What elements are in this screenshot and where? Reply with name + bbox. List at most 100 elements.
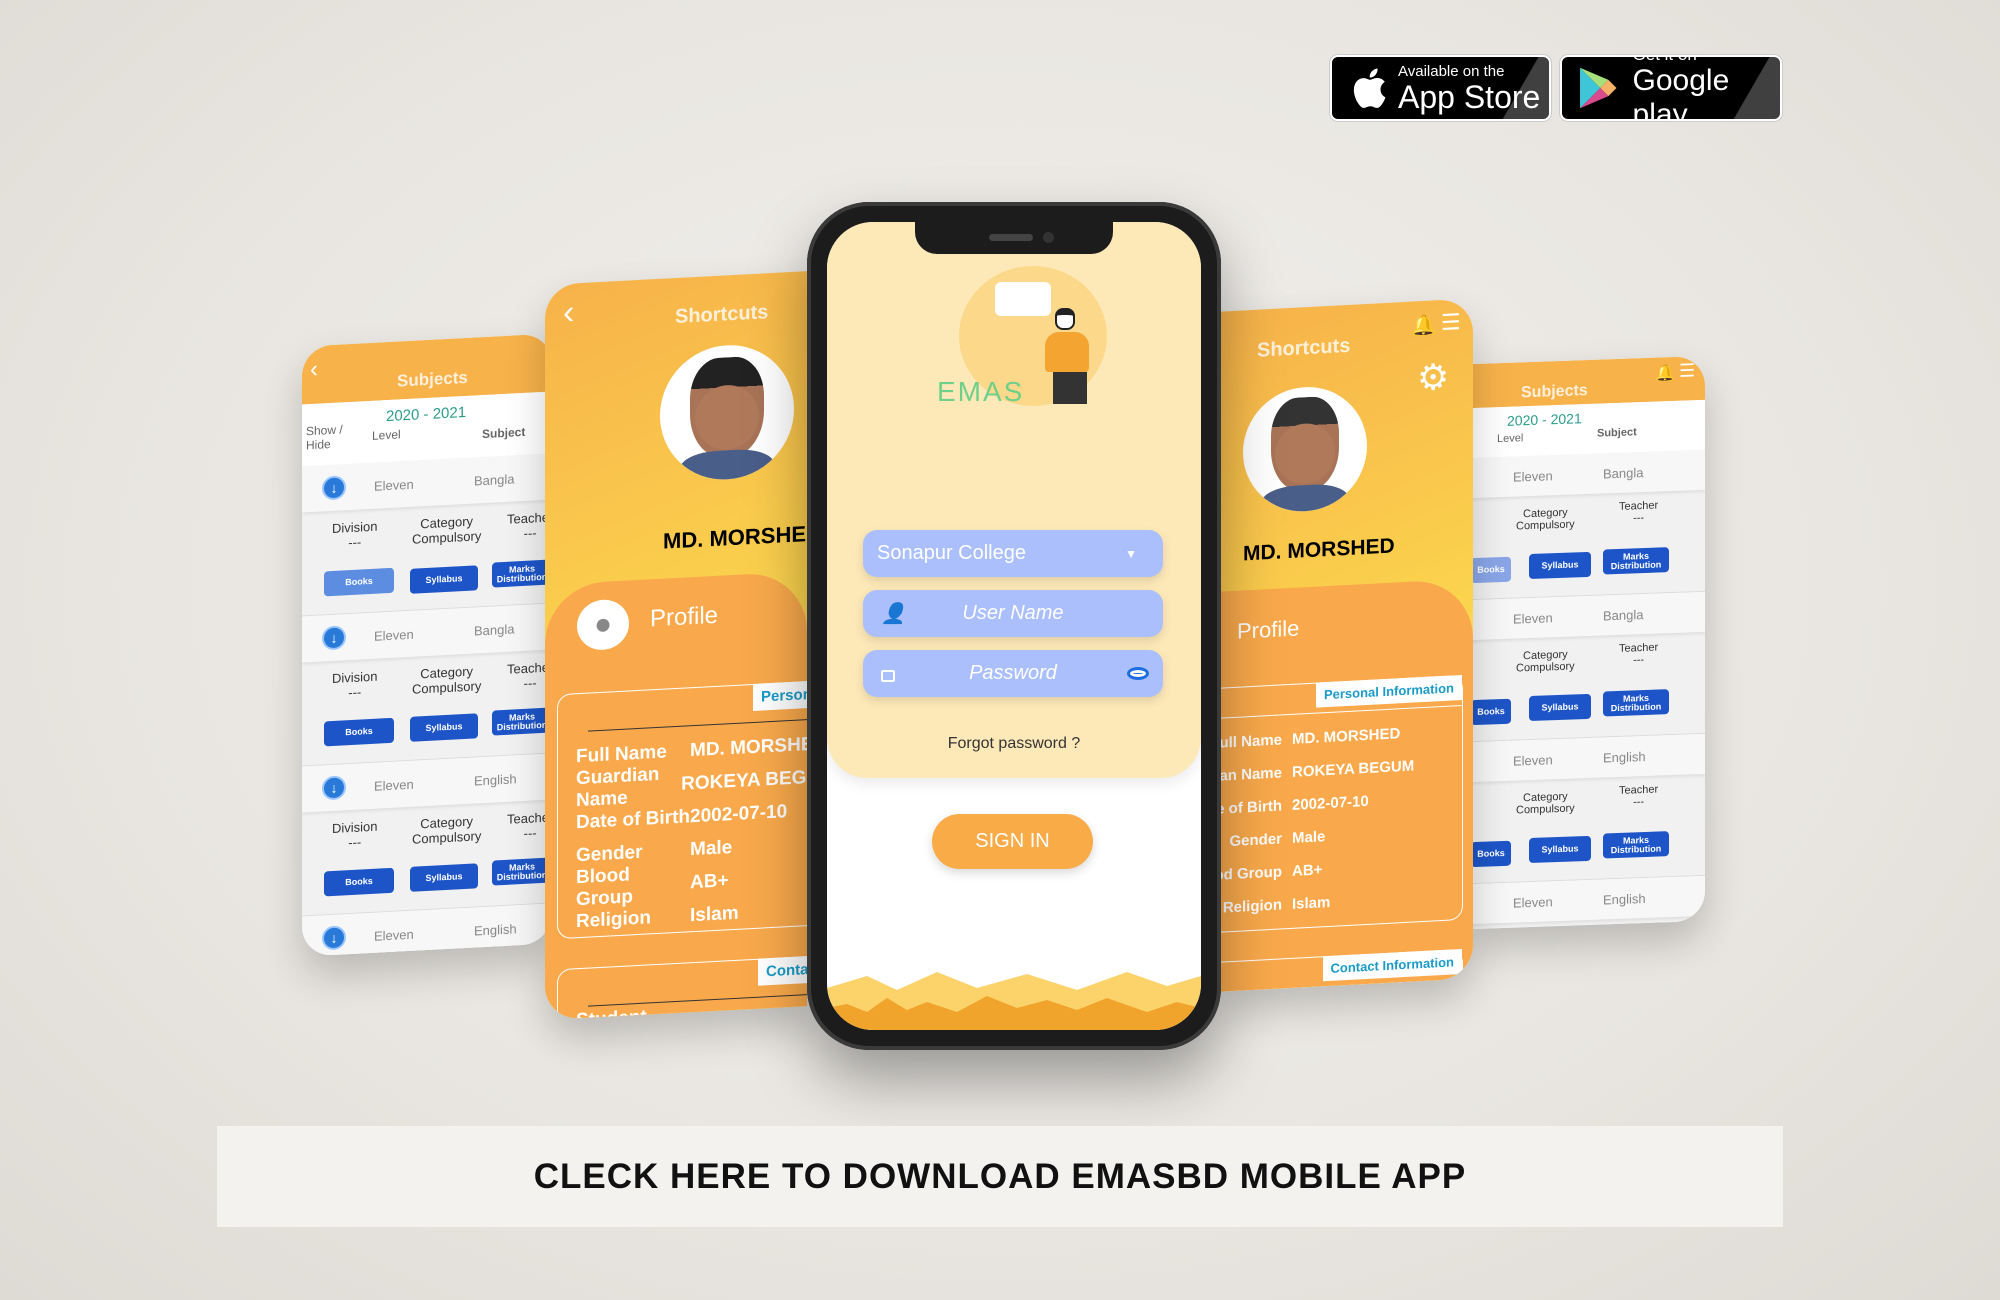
google-play-badge[interactable]: Get it onGoogle play — [1560, 55, 1782, 121]
field-value: Islam — [690, 902, 739, 926]
download-icon[interactable]: ↓ — [322, 625, 346, 651]
subjects-header: Subjects — [1521, 382, 1588, 402]
phone-value: 01882939374 — [690, 1009, 806, 1020]
subject-card: ↓ Eleven English Division --- Category Compu… — [302, 753, 552, 917]
books-button[interactable]: Books — [1471, 698, 1511, 726]
books-button[interactable]: Books — [1471, 840, 1511, 868]
contact-information-tab[interactable]: Contact Information — [758, 950, 807, 986]
download-icon[interactable]: ↓ — [322, 475, 346, 501]
marks-distribution-button[interactable]: Marks Distribution — [492, 559, 552, 588]
bell-icon[interactable]: 🔔 — [1655, 363, 1675, 384]
teacher-label: Teacher — [1619, 499, 1659, 513]
category-value: Compulsory — [1516, 802, 1575, 817]
syllabus-button[interactable]: Syllabus — [1529, 693, 1591, 722]
level-value: Eleven — [374, 926, 414, 944]
syllabus-button[interactable]: Syllabus — [1529, 835, 1591, 864]
app-store-badge[interactable]: Available on the App Store — [1330, 55, 1551, 121]
college-select-value: Sonapur College — [877, 542, 1026, 564]
profile-section-title: Profile — [1237, 615, 1300, 644]
college-select[interactable]: Sonapur College ▼ — [863, 530, 1163, 577]
password-input[interactable]: Password — [863, 650, 1163, 697]
teacher-value: --- — [523, 675, 537, 691]
field-label: Religion — [1222, 896, 1282, 917]
marks-distribution-button[interactable]: Marks Distribution — [1603, 547, 1669, 575]
shortcuts-header: Shortcuts — [675, 301, 769, 329]
field-value: Islam — [1292, 893, 1331, 913]
division-label: Division — [332, 518, 378, 536]
division-value: --- — [348, 534, 362, 551]
level-value: Eleven — [374, 626, 414, 644]
level-value: Eleven — [1513, 751, 1553, 769]
field-value: 2002-07-10 — [1292, 792, 1369, 814]
books-button[interactable]: Books — [324, 567, 394, 597]
field-value: MD. MORSHED — [1292, 725, 1401, 748]
syllabus-button[interactable]: Syllabus — [1529, 551, 1591, 580]
phone-label: Student Phone — [576, 1006, 647, 1020]
menu-icon[interactable]: ☰ — [1441, 309, 1461, 336]
level-label: Level — [1497, 432, 1524, 446]
books-button[interactable]: Books — [1471, 556, 1511, 584]
shortcuts-header: Shortcuts — [1257, 334, 1351, 362]
show-hide-label[interactable]: Show / Hide — [306, 422, 356, 452]
profile-section-title: Profile — [650, 601, 719, 633]
syllabus-button[interactable]: Syllabus — [410, 863, 478, 892]
forgot-password-link[interactable]: Forgot password ? — [827, 735, 1201, 753]
subject-card: ↓ Eleven Bangla Division --- Category Compul… — [302, 603, 552, 767]
session-select[interactable]: 2020 - 2021 — [386, 404, 466, 425]
marks-distribution-button[interactable]: Marks Distribution — [1603, 831, 1669, 859]
level-value: Eleven — [1513, 467, 1553, 485]
teacher-label: Teacher — [1619, 641, 1659, 655]
student-name: MD. MORSHED — [1243, 534, 1395, 566]
books-button[interactable]: Books — [324, 717, 394, 747]
download-icon[interactable]: ↓ — [322, 775, 346, 801]
login-phone: EMAS Sonapur College ▼ 👤 User Name Passw… — [807, 202, 1221, 1050]
level-value: Eleven — [1513, 609, 1553, 627]
field-label: Gender — [1229, 830, 1282, 851]
back-icon[interactable]: ‹ — [563, 293, 574, 333]
field-value: AB+ — [690, 869, 729, 893]
emas-logo: EMAS — [937, 376, 1025, 407]
teacher-value: --- — [523, 825, 537, 841]
division-value: --- — [348, 684, 362, 701]
books-button[interactable]: Books — [324, 867, 394, 897]
subject-value: Bangla — [474, 620, 515, 639]
subject-label: Subject — [1597, 426, 1637, 440]
level-value: Eleven — [374, 476, 414, 494]
download-icon[interactable]: ↓ — [322, 925, 346, 951]
subject-value: English — [1603, 890, 1646, 907]
subjects-screen-left: ‹ Subjects Show / Hide 2020 - 2021 Level… — [302, 333, 552, 957]
eye-icon[interactable] — [1127, 667, 1149, 680]
syllabus-button[interactable]: Syllabus — [410, 565, 478, 594]
field-label: Blood Group — [1221, 863, 1282, 886]
apple-icon — [1353, 68, 1386, 108]
marks-distribution-button[interactable]: Marks Distribution — [1603, 689, 1669, 717]
back-icon[interactable]: ‹ — [310, 356, 318, 384]
bell-icon[interactable]: 🔔 — [1411, 312, 1436, 338]
user-icon: ● — [577, 598, 629, 652]
session-select[interactable]: 2020 - 2021 — [1507, 410, 1582, 429]
sign-in-button[interactable]: SIGN IN — [932, 814, 1093, 869]
subject-value: Bangla — [1603, 464, 1644, 481]
subject-card: Eleven English Category Compulsory Teacher… — [1471, 733, 1705, 885]
play-triangle-icon — [1580, 67, 1617, 109]
subject-value: English — [474, 920, 517, 939]
field-label: Guardian Name — [1221, 764, 1282, 788]
subject-label: Subject — [482, 424, 526, 442]
marks-distribution-button[interactable]: Marks Distribution — [492, 707, 552, 736]
subject-card: ↓ Eleven Bangla Division --- Category Compul… — [302, 453, 552, 617]
category-value: Compulsory — [412, 528, 482, 547]
category-value: Compulsory — [412, 828, 482, 847]
gear-icon[interactable]: ⚙ — [1417, 356, 1449, 400]
speech-bubble-icon — [995, 282, 1051, 316]
subject-card: Eleven Bangla Category Compulsory Teacher -… — [1471, 449, 1705, 601]
syllabus-button[interactable]: Syllabus — [410, 713, 478, 742]
town-silhouette — [827, 972, 1201, 1030]
menu-icon[interactable]: ☰ — [1679, 360, 1695, 382]
teacher-value: --- — [1633, 796, 1645, 809]
category-value: Compulsory — [1516, 518, 1575, 533]
personal-information-tab[interactable]: Personal Information — [753, 675, 807, 711]
username-input[interactable]: 👤 User Name — [863, 590, 1163, 637]
download-app-banner[interactable]: CLECK HERE TO DOWNLOAD EMASBD MOBILE APP — [217, 1126, 1783, 1227]
marks-distribution-button[interactable]: Marks Distribution — [492, 857, 552, 886]
category-value: Compulsory — [412, 678, 482, 697]
